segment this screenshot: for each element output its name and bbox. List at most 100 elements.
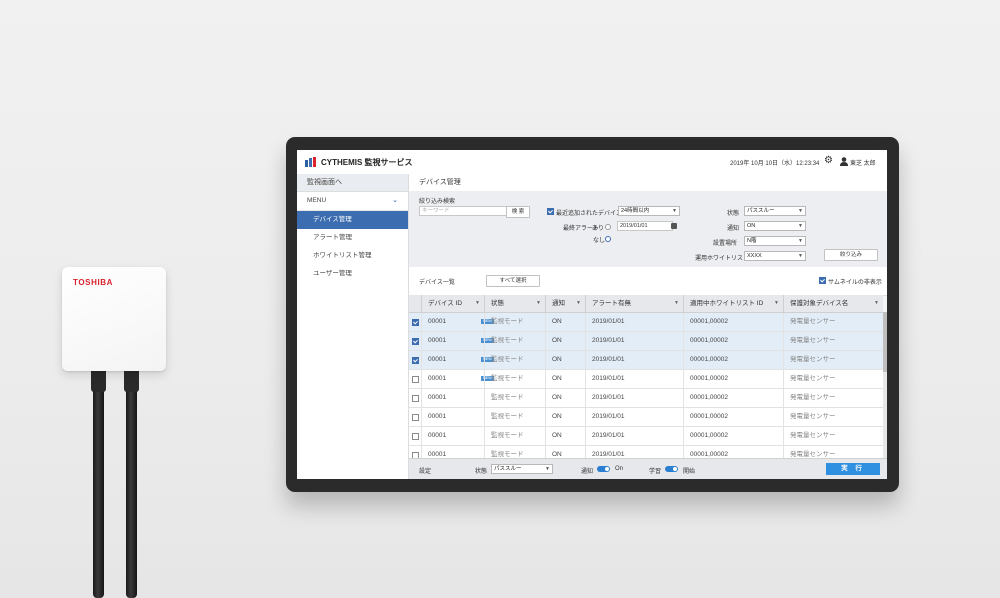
- row-checkbox[interactable]: [412, 357, 419, 364]
- sidebar-item-whitelist[interactable]: ホワイトリスト管理: [297, 247, 408, 265]
- sidebar-item-alert[interactable]: アラート管理: [297, 229, 408, 247]
- scrollbar-thumb[interactable]: [883, 312, 887, 372]
- app-title: CYTHEMIS 監視サービス: [321, 158, 413, 167]
- cell-device-id: 00001 NEW: [421, 370, 494, 388]
- table-body: 00001 NEW 監視モード ON 2019/01/01 00001,00002 発電量セ…: [409, 313, 883, 465]
- table-row[interactable]: 00001 NEW 監視モード ON 2019/01/01 00001,00002 発電量セ…: [409, 332, 883, 351]
- hide-thumbnail-checkbox[interactable]: [819, 277, 826, 284]
- column-header-alert[interactable]: アラート有無 ▼: [585, 295, 683, 312]
- notify-filter-select[interactable]: ON ▼: [744, 221, 806, 231]
- cell-notify-text: ON: [552, 356, 562, 363]
- cell-device-id: 00001: [421, 389, 484, 407]
- footer-learn-label: 学習: [649, 469, 662, 475]
- chevron-down-icon: ▼: [874, 300, 879, 306]
- execute-button[interactable]: 実 行: [826, 463, 880, 475]
- table-row[interactable]: 00001 NEW 監視モード ON 2019/01/01 00001,00002 発電量セ…: [409, 313, 883, 332]
- cell-state-text: 監視モード: [491, 318, 524, 325]
- recent-devices-checkbox[interactable]: [547, 208, 554, 215]
- state-filter-value: パススルー: [747, 208, 775, 214]
- footer-state-select[interactable]: パススルー ▼: [491, 464, 553, 474]
- chevron-down-icon: ▼: [576, 300, 581, 306]
- lan-cable-2: [126, 360, 137, 598]
- column-header-whitelist[interactable]: 適用中ホワイトリスト ID ▼: [683, 295, 783, 312]
- app-header: CYTHEMIS 監視サービス 2019年 10月 10日（水）12:23:34…: [297, 150, 887, 175]
- notify-filter-value: ON: [747, 223, 756, 229]
- apply-filter-button[interactable]: 絞り込み: [824, 249, 878, 261]
- column-header-notify[interactable]: 通知 ▼: [545, 295, 585, 312]
- keyword-input[interactable]: キーワード: [419, 206, 508, 216]
- calendar-icon[interactable]: [671, 223, 677, 229]
- user-name[interactable]: 東芝 太郎: [850, 158, 876, 167]
- cell-state: 監視モード: [484, 427, 545, 445]
- notify-filter-label: 通知: [727, 226, 740, 232]
- learn-toggle[interactable]: [665, 466, 678, 472]
- column-header-device-id[interactable]: デバイス ID ▼: [421, 295, 484, 312]
- cell-notify: ON: [545, 427, 585, 445]
- recent-devices-label: 最近追加されたデバイス: [556, 211, 622, 217]
- header-datetime: 2019年 10月 10日（水）12:23:34: [730, 161, 820, 167]
- column-label: デバイス ID: [428, 300, 463, 307]
- table-row[interactable]: 00001 NEW 監視モード ON 2019/01/01 00001,00002 発電量セ…: [409, 370, 883, 389]
- column-header-device-name[interactable]: 保護対象デバイス名 ▼: [783, 295, 883, 312]
- row-checkbox[interactable]: [412, 414, 419, 421]
- cell-notify-text: ON: [552, 318, 562, 325]
- table-row[interactable]: 00001 監視モード ON 2019/01/01 00001,00002 発電量センサー: [409, 389, 883, 408]
- hide-thumbnail-label: サムネイルの非表示: [828, 280, 882, 286]
- whitelist-filter-select[interactable]: XXXX ▼: [744, 251, 806, 261]
- cell-notify: ON: [545, 370, 585, 388]
- table-scrollbar[interactable]: [883, 312, 887, 458]
- column-label: 適用中ホワイトリスト ID: [690, 300, 764, 307]
- search-button[interactable]: 検 索: [506, 206, 530, 218]
- select-all-button[interactable]: すべて選択: [486, 275, 540, 287]
- cell-notify-text: ON: [552, 432, 562, 439]
- table-row[interactable]: 00001 監視モード ON 2019/01/01 00001,00002 発電量センサー: [409, 408, 883, 427]
- cell-device-name-text: 発電量センサー: [790, 318, 836, 325]
- cell-notify-text: ON: [552, 337, 562, 344]
- cell-whitelist: 00001,00002: [683, 389, 783, 407]
- cell-notify: ON: [545, 313, 585, 331]
- page-title: デバイス管理: [409, 174, 887, 192]
- cell-state-text: 監視モード: [491, 432, 524, 439]
- cell-device-id: 00001 NEW: [421, 332, 494, 350]
- cell-alert: 2019/01/01: [585, 332, 683, 350]
- row-checkbox[interactable]: [412, 376, 419, 383]
- cell-notify: ON: [545, 408, 585, 426]
- table-row[interactable]: 00001 NEW 監視モード ON 2019/01/01 00001,00002 発電量セ…: [409, 351, 883, 370]
- cell-notify: ON: [545, 389, 585, 407]
- device-list-bar: デバイス一覧 すべて選択 サムネイルの非表示: [409, 267, 887, 296]
- screen: CYTHEMIS 監視サービス 2019年 10月 10日（水）12:23:34…: [297, 150, 887, 479]
- row-checkbox[interactable]: [412, 433, 419, 440]
- last-alert-no-radio[interactable]: [605, 236, 611, 242]
- location-filter-select[interactable]: N階 ▼: [744, 236, 806, 246]
- sidebar-item-users[interactable]: ユーザー管理: [297, 265, 408, 283]
- cell-notify-text: ON: [552, 375, 562, 382]
- gear-icon[interactable]: ⚙: [824, 156, 833, 166]
- column-header-state[interactable]: 状態 ▼: [484, 295, 545, 312]
- chevron-down-icon: ▼: [798, 208, 803, 214]
- cell-state: 監視モード: [484, 389, 545, 407]
- recent-devices-select[interactable]: 24時間以内 ▼: [618, 206, 680, 216]
- last-alert-date-input[interactable]: 2019/01/01: [617, 221, 673, 231]
- cell-whitelist-text: 00001,00002: [690, 318, 728, 325]
- state-filter-select[interactable]: パススルー ▼: [744, 206, 806, 216]
- cell-device-name-text: 発電量センサー: [790, 432, 836, 439]
- menu-label: MENU: [307, 197, 327, 204]
- sidebar-item-device[interactable]: デバイス管理: [297, 211, 408, 229]
- recent-devices-value: 24時間以内: [621, 208, 650, 214]
- cell-notify-text: ON: [552, 451, 562, 458]
- last-alert-yes-radio[interactable]: [605, 224, 611, 230]
- table-row[interactable]: 00001 監視モード ON 2019/01/01 00001,00002 発電量センサー: [409, 427, 883, 446]
- row-checkbox[interactable]: [412, 319, 419, 326]
- chevron-down-icon[interactable]: ⌄: [392, 192, 398, 210]
- cell-device-id: 00001 NEW: [421, 313, 494, 331]
- user-icon[interactable]: [840, 157, 848, 166]
- back-to-monitor-link[interactable]: 監視画面へ: [297, 174, 408, 192]
- row-checkbox[interactable]: [412, 338, 419, 345]
- cell-device-id-text: 00001: [428, 356, 447, 363]
- chevron-down-icon: ▼: [774, 300, 779, 306]
- filter-title: 絞り込み検索: [419, 199, 456, 205]
- monitor: CYTHEMIS 監視サービス 2019年 10月 10日（水）12:23:34…: [286, 137, 899, 492]
- notify-toggle[interactable]: [597, 466, 610, 472]
- menu-header[interactable]: MENU ⌄: [297, 192, 408, 211]
- row-checkbox[interactable]: [412, 395, 419, 402]
